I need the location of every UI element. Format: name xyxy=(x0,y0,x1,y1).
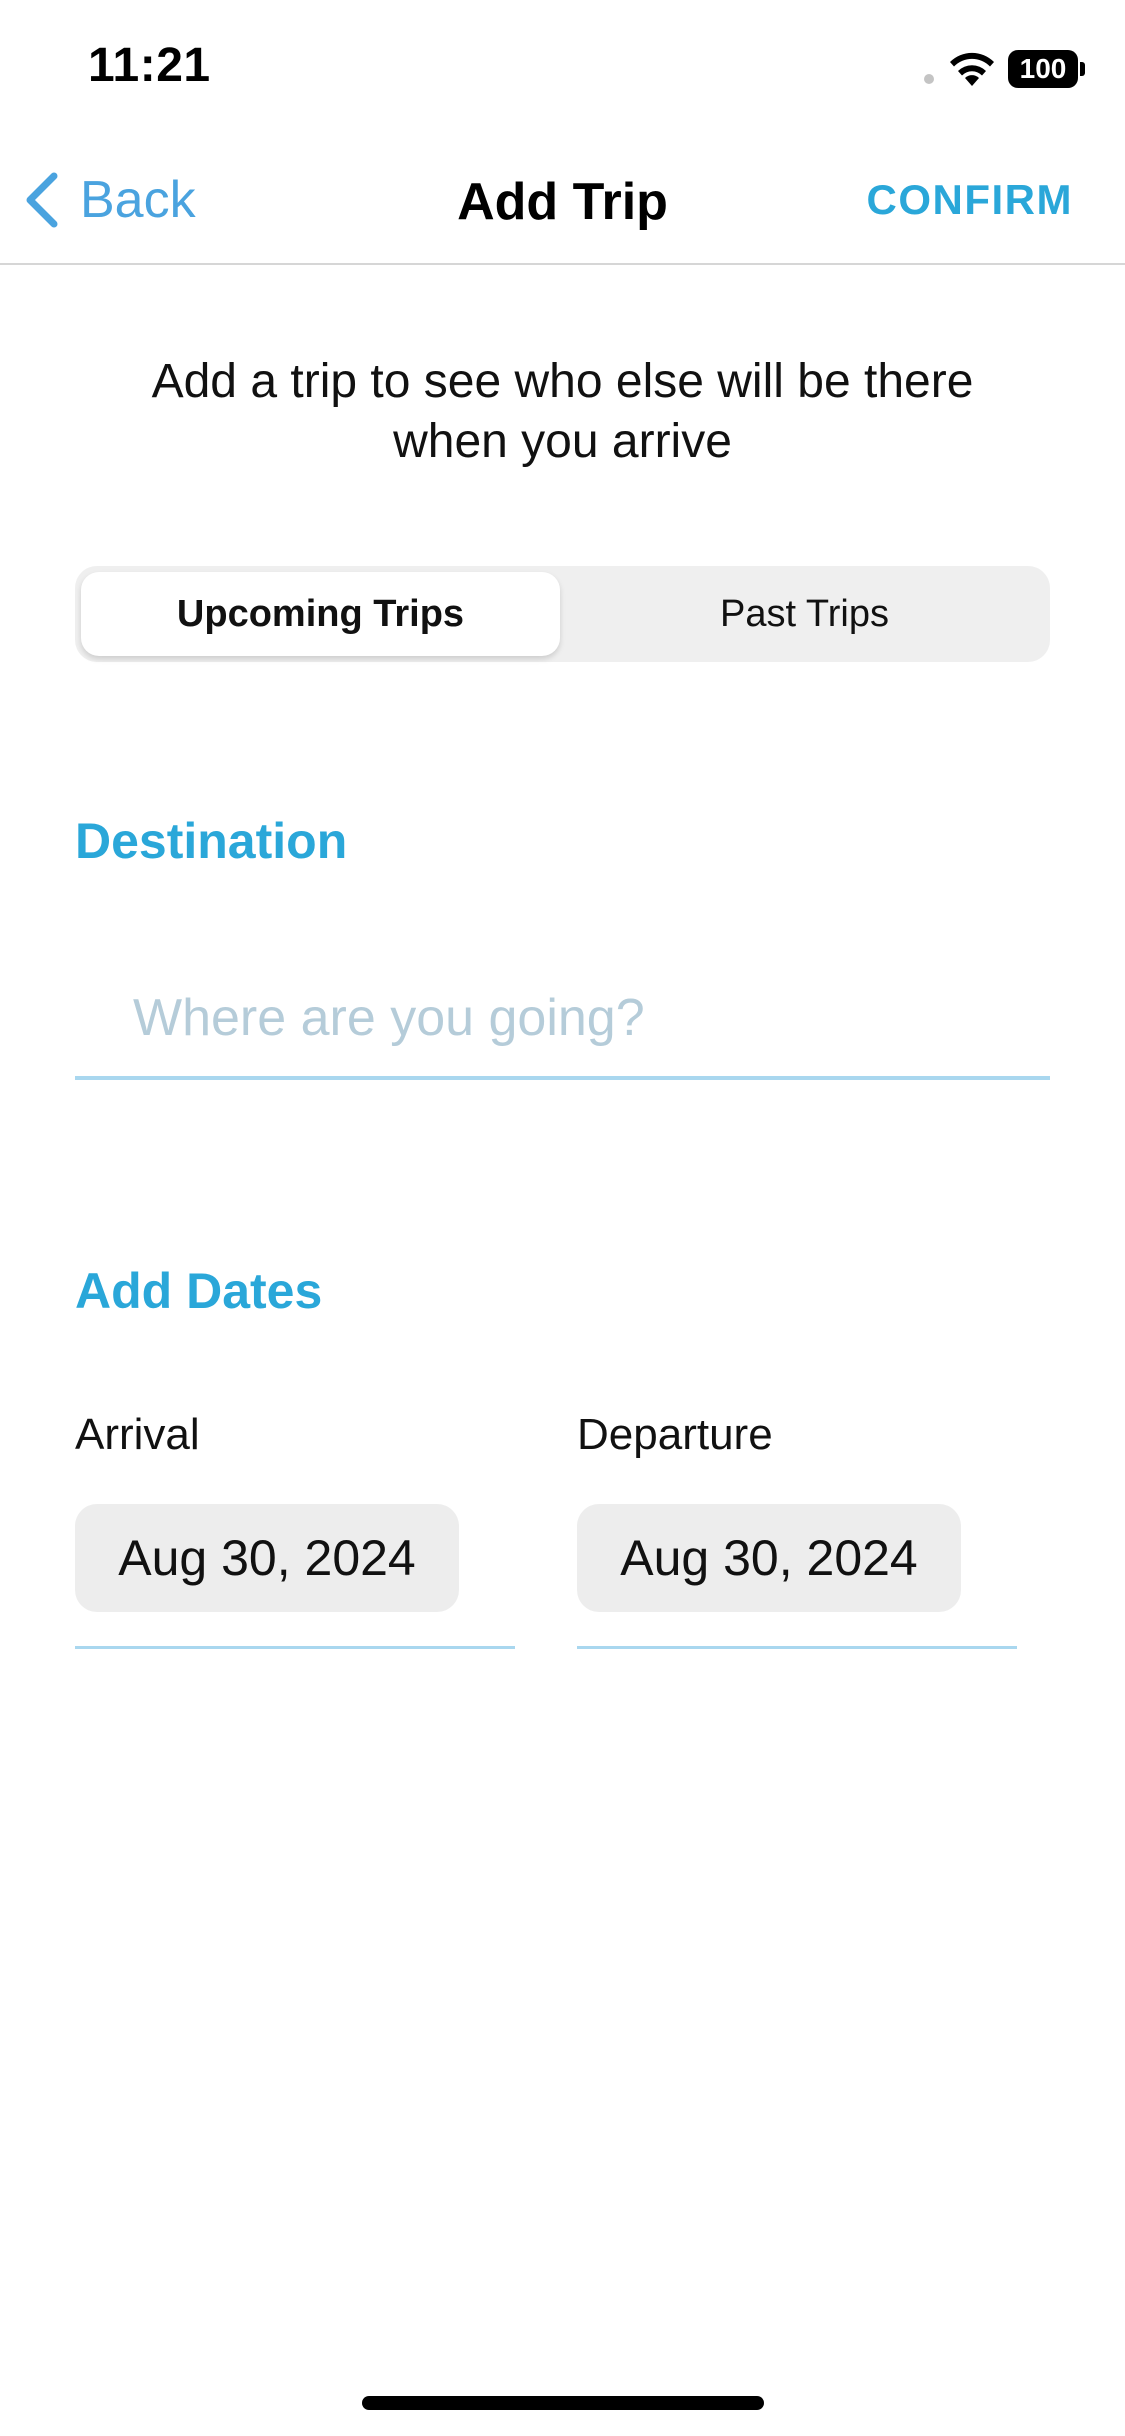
destination-input[interactable] xyxy=(75,960,1050,1080)
status-dot xyxy=(924,74,934,84)
tab-upcoming-trips[interactable]: Upcoming Trips xyxy=(81,572,560,656)
confirm-button[interactable]: CONFIRM xyxy=(867,176,1073,224)
departure-date-picker[interactable]: Aug 30, 2024 xyxy=(577,1504,961,1612)
battery-tip xyxy=(1080,62,1085,76)
trip-type-segmented-control: Upcoming Trips Past Trips xyxy=(75,566,1050,662)
tab-past-trips[interactable]: Past Trips xyxy=(565,572,1044,656)
add-dates-label: Add Dates xyxy=(75,1263,323,1319)
battery-level: 100 xyxy=(1008,50,1078,88)
add-trip-screen: 11:21 100 Back Add Trip CONFIRM Add a tr… xyxy=(0,0,1125,2436)
departure-date-group: Departure Aug 30, 2024 xyxy=(577,1410,1017,1649)
departure-label: Departure xyxy=(577,1410,773,1459)
departure-underline xyxy=(577,1646,1017,1649)
destination-label: Destination xyxy=(75,813,348,869)
wifi-icon xyxy=(950,52,994,86)
home-indicator[interactable] xyxy=(362,2396,764,2410)
arrival-label: Arrival xyxy=(75,1410,200,1459)
arrival-date-group: Arrival Aug 30, 2024 xyxy=(75,1410,515,1649)
navigation-bar: Back Add Trip CONFIRM xyxy=(0,140,1125,265)
arrival-underline xyxy=(75,1646,515,1649)
battery-icon: 100 xyxy=(1008,50,1085,88)
arrival-date-picker[interactable]: Aug 30, 2024 xyxy=(75,1504,459,1612)
status-bar: 11:21 100 xyxy=(0,0,1125,140)
intro-text: Add a trip to see who else will be there… xyxy=(151,355,974,468)
status-time: 11:21 xyxy=(88,39,211,92)
